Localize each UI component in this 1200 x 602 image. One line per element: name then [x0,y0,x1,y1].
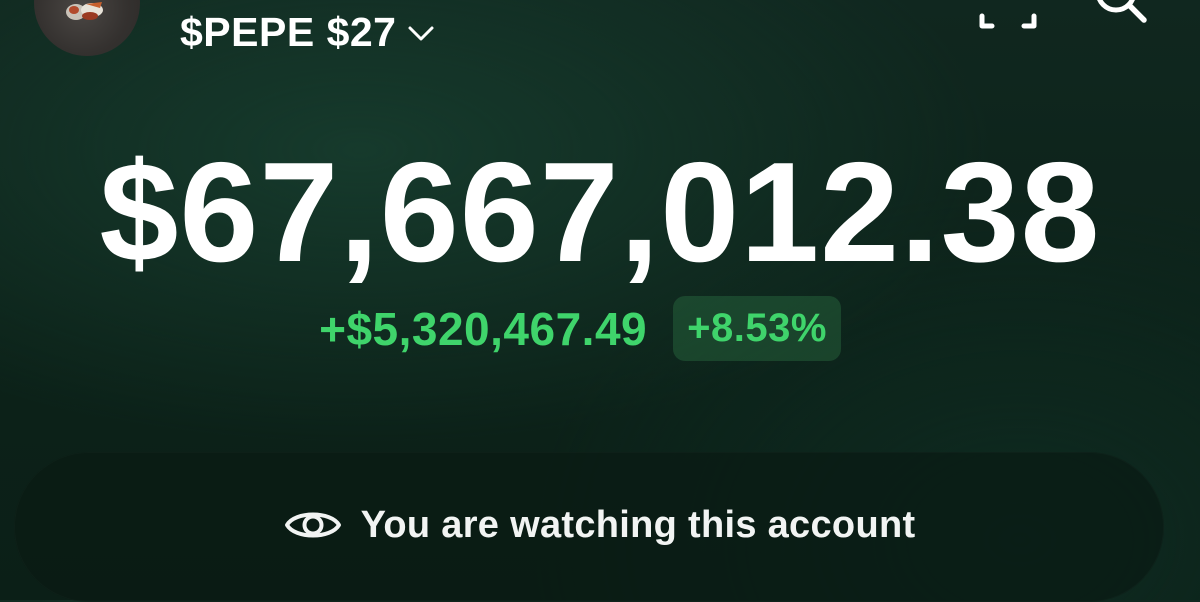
change-percent-badge: +8.53% [673,296,841,361]
eye-icon [284,512,341,538]
watching-banner-content: You are watching this account [14,452,1174,598]
account-switcher[interactable]: $PEPE $27 [180,6,435,58]
account-name: $PEPE $27 [180,8,397,55]
search-icon[interactable] [1088,0,1152,30]
scan-icon[interactable] [979,0,1037,30]
watching-banner-text: You are watching this account [360,503,916,546]
chevron-down-icon [408,26,433,41]
total-balance: $67,667,012.38 [99,133,1101,292]
change-amount: +$5,320,467.49 [319,302,648,355]
pepe-frog-icon [66,2,103,20]
balance-change-row: +$5,320,467.49 +8.53% [0,296,1200,361]
watching-account-banner[interactable]: You are watching this account [14,452,1164,602]
account-avatar[interactable] [34,0,140,56]
